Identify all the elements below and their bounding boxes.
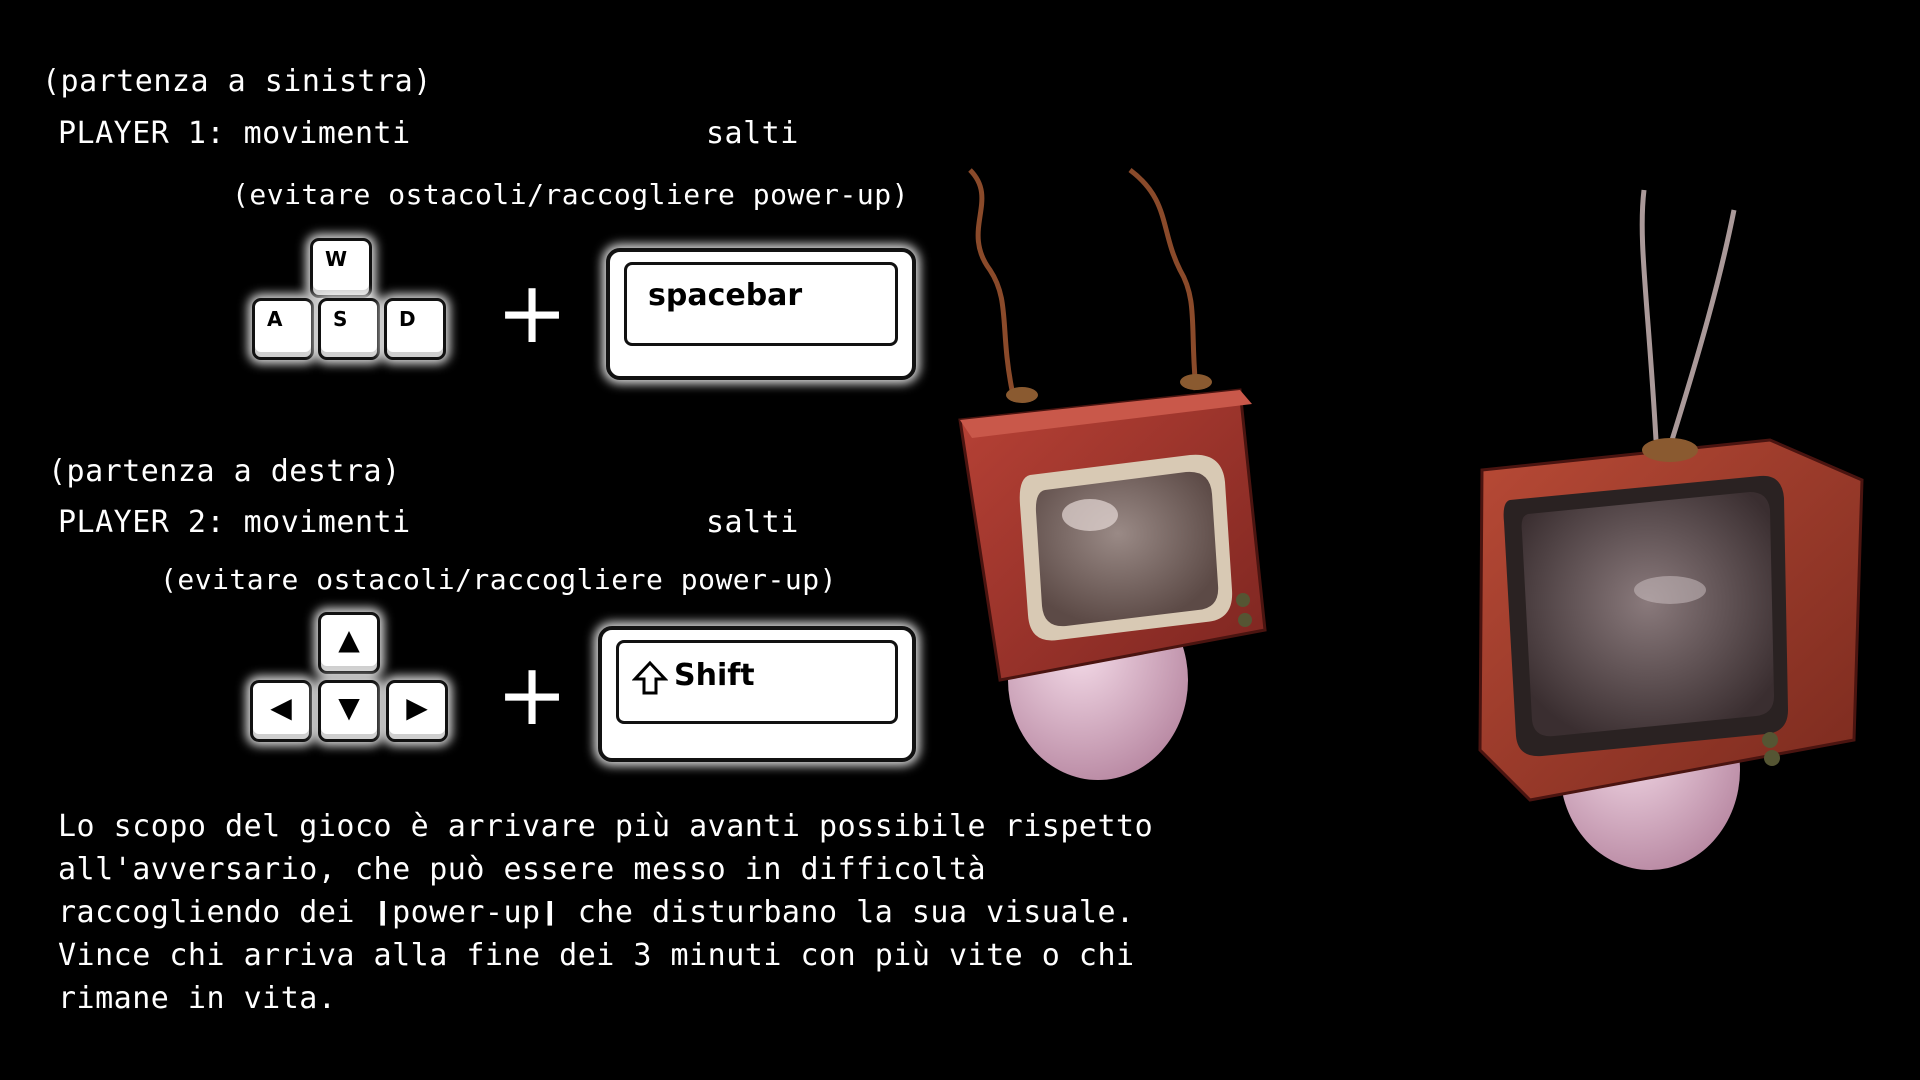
player1-jump-label: salti: [706, 116, 799, 151]
player2-start-label: (partenza a destra): [48, 454, 401, 489]
key-s: S: [318, 298, 380, 360]
key-d: D: [384, 298, 446, 360]
tv-character-right-image: [1478, 189, 1864, 870]
shift-arrow-icon: [632, 660, 668, 695]
player2-plus: +: [496, 645, 569, 745]
description-line: all'avversario, che può essere messo in …: [58, 852, 987, 887]
player2-hint: (evitare ostacoli/raccogliere power-up): [160, 563, 837, 596]
player1-title: PLAYER 1: movimenti: [58, 116, 411, 151]
player2-title: PLAYER 2: movimenti: [58, 505, 411, 540]
description-line: raccogliendo dei ❙power-up❙ che disturba…: [58, 895, 1135, 930]
description-line: rimane in vita.: [58, 981, 337, 1016]
arrow-up-key: ▲: [318, 612, 380, 674]
arrow-right-key: ▶: [386, 680, 448, 742]
spacebar-label: spacebar: [648, 278, 803, 313]
arrow-down-key: ▼: [318, 680, 380, 742]
description-line: Lo scopo del gioco è arrivare più avanti…: [58, 809, 1154, 844]
player1-start-label: (partenza a sinistra): [42, 64, 432, 99]
spacebar-key: spacebar: [606, 248, 916, 380]
description-line: Vince chi arriva alla fine dei 3 minuti …: [58, 938, 1135, 973]
shift-key: Shift: [598, 626, 916, 762]
player2-jump-label: salti: [706, 505, 799, 540]
player1-plus: +: [496, 263, 569, 363]
arrow-left-key: ◀: [250, 680, 312, 742]
tv-character-left-image: [958, 168, 1267, 780]
key-a: A: [252, 298, 314, 360]
shift-label: Shift: [674, 658, 755, 693]
player1-hint: (evitare ostacoli/raccogliere power-up): [232, 178, 909, 211]
key-w: W: [310, 238, 372, 298]
